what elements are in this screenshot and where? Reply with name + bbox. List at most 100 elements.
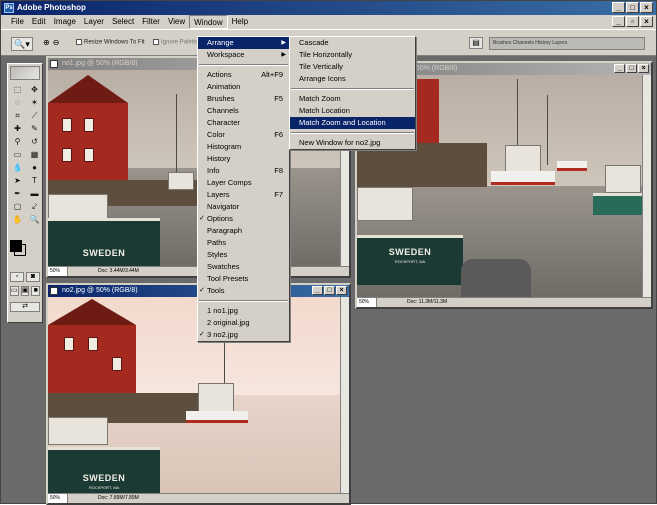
quick-mask-icon[interactable]: ◙ [26, 272, 40, 282]
arrange-menu-item-match-zoom-and-location[interactable]: Match Zoom and Location [290, 117, 415, 129]
arrange-menu-item-match-zoom[interactable]: Match Zoom [290, 93, 415, 105]
window-menu-item-3-no2-jpg[interactable]: ✓ 3 no2.jpg [198, 329, 289, 341]
shape-tool-icon[interactable]: ▬ [27, 188, 42, 200]
arrange-menu-item-new-window-for-no2-jpg[interactable]: New Window for no2.jpg [290, 137, 415, 149]
menu-layer[interactable]: Layer [80, 15, 108, 29]
menu-view[interactable]: View [164, 15, 189, 29]
arrange-menu-item-arrange-icons[interactable]: Arrange Icons [290, 73, 415, 85]
toolbox-header[interactable] [10, 66, 40, 80]
window-menu-item-swatches[interactable]: Swatches [198, 261, 289, 273]
window-menu-item-1-no1-jpg[interactable]: 1 no1.jpg [198, 305, 289, 317]
document-window-controls: _ □ × [312, 286, 347, 295]
zoom-level[interactable]: 50% [357, 298, 377, 307]
full-screen-icon[interactable]: ■ [31, 286, 41, 296]
history-brush-tool-icon[interactable]: ↺ [27, 136, 42, 148]
blur-tool-icon[interactable]: 💧 [10, 162, 25, 174]
doc-restore-button[interactable]: ▫ [626, 16, 639, 27]
zoom-out-icon[interactable]: ⊖ [53, 38, 60, 47]
marquee-tool-icon[interactable]: ⬚ [10, 84, 25, 96]
resize-windows-checkbox[interactable]: Resize Windows To Fit [76, 39, 145, 46]
window-menu-item-history[interactable]: History [198, 153, 289, 165]
maximize-button[interactable]: □ [324, 286, 335, 295]
document-canvas[interactable]: SWEDEN ROCKPORT, MA [48, 297, 340, 493]
standard-mode-icon[interactable]: ▫ [10, 272, 24, 282]
vertical-scrollbar[interactable] [642, 75, 651, 297]
healing-brush-tool-icon[interactable]: ✚ [10, 123, 25, 135]
minimize-button[interactable]: _ [312, 286, 323, 295]
window-menu-item-paragraph[interactable]: Paragraph [198, 225, 289, 237]
window-menu-item-brushes[interactable]: Brushes F5 [198, 93, 289, 105]
move-tool-icon[interactable]: ✥ [27, 84, 42, 96]
window-menu-item-options[interactable]: ✓ Options [198, 213, 289, 225]
file-browser-icon[interactable]: ▤ [469, 37, 483, 49]
window-menu-item-styles[interactable]: Styles [198, 249, 289, 261]
window-menu-item-histogram[interactable]: Histogram [198, 141, 289, 153]
magic-wand-tool-icon[interactable]: ✶ [27, 97, 42, 109]
close-button[interactable]: × [336, 286, 347, 295]
arrange-menu-item-cascade[interactable]: Cascade [290, 37, 415, 49]
minimize-button[interactable]: _ [612, 2, 625, 13]
palette-well[interactable]: Brushes Channels History Layers [489, 37, 645, 50]
arrange-menu-item-match-location[interactable]: Match Location [290, 105, 415, 117]
jump-to-imageready-icon[interactable]: ⇄ [10, 302, 40, 312]
full-screen-menu-icon[interactable]: ▣ [20, 286, 30, 296]
menu-window[interactable]: Window [189, 15, 228, 29]
eraser-tool-icon[interactable]: ▭ [10, 149, 25, 161]
brush-tool-icon[interactable]: ✎ [27, 123, 42, 135]
zoom-tool-preset-icon[interactable]: 🔍▾ [11, 37, 33, 51]
zoom-level[interactable]: 50% [48, 267, 68, 276]
window-menu-item-2-original-jpg[interactable]: 2 original.jpg [198, 317, 289, 329]
path-selection-tool-icon[interactable]: ➤ [10, 175, 25, 187]
hand-tool-icon[interactable]: ✋ [10, 214, 25, 226]
close-button[interactable]: × [640, 2, 653, 13]
maximize-button[interactable]: □ [626, 64, 637, 73]
zoom-in-icon[interactable]: ⊕ [43, 38, 50, 47]
menu-edit[interactable]: Edit [28, 15, 50, 29]
window-menu-item-channels[interactable]: Channels [198, 105, 289, 117]
window-menu-item-actions[interactable]: Actions Alt+F9 [198, 69, 289, 81]
clone-stamp-tool-icon[interactable]: ⚲ [10, 136, 25, 148]
standard-screen-icon[interactable]: ▭ [10, 286, 19, 296]
notes-tool-icon[interactable]: ▢ [10, 201, 25, 213]
vertical-scrollbar[interactable] [340, 297, 349, 493]
arrange-menu-item-tile-vertically[interactable]: Tile Vertically [290, 61, 415, 73]
document-size[interactable]: Doc: 7.89M/7.89M [68, 494, 139, 503]
maximize-button[interactable]: □ [626, 2, 639, 13]
menu-file[interactable]: File [7, 15, 28, 29]
foreground-color-swatch[interactable] [10, 240, 22, 252]
doc-close-button[interactable]: × [640, 16, 653, 27]
menu-image[interactable]: Image [50, 15, 80, 29]
close-button[interactable]: × [638, 64, 649, 73]
zoom-tool-icon[interactable]: 🔍 [27, 214, 42, 226]
menu-select[interactable]: Select [108, 15, 138, 29]
window-menu-item-animation[interactable]: Animation [198, 81, 289, 93]
document-size[interactable]: Doc: 3.44M/3.44M [68, 267, 139, 276]
lasso-tool-icon[interactable]: ◌ [10, 97, 25, 109]
ignore-palettes-checkbox[interactable]: Ignore Palettes [153, 39, 201, 46]
arrange-menu-item-tile-horizontally[interactable]: Tile Horizontally [290, 49, 415, 61]
minimize-button[interactable]: _ [614, 64, 625, 73]
window-menu-item-tools[interactable]: ✓ Tools [198, 285, 289, 297]
type-tool-icon[interactable]: T [27, 175, 42, 187]
crop-tool-icon[interactable]: ⌗ [10, 110, 25, 122]
window-menu-item-character[interactable]: Character [198, 117, 289, 129]
menu-filter[interactable]: Filter [138, 15, 164, 29]
window-menu-item-tool-presets[interactable]: Tool Presets [198, 273, 289, 285]
slice-tool-icon[interactable]: ⟋ [27, 110, 42, 122]
menu-help[interactable]: Help [228, 15, 252, 29]
window-menu-item-layers[interactable]: Layers F7 [198, 189, 289, 201]
zoom-level[interactable]: 50% [48, 494, 68, 503]
window-menu-item-paths[interactable]: Paths [198, 237, 289, 249]
window-menu-item-layer-comps[interactable]: Layer Comps [198, 177, 289, 189]
gradient-tool-icon[interactable]: ▦ [27, 149, 42, 161]
pen-tool-icon[interactable]: ✒ [10, 188, 25, 200]
document-size[interactable]: Doc: 11.3M/11.3M [377, 298, 447, 307]
window-menu-item-arrange[interactable]: Arrange ▶ [198, 37, 289, 49]
window-menu-item-navigator[interactable]: Navigator [198, 201, 289, 213]
window-menu-item-color[interactable]: Color F6 [198, 129, 289, 141]
doc-minimize-button[interactable]: _ [612, 16, 625, 27]
dodge-tool-icon[interactable]: ● [27, 162, 42, 174]
window-menu-item-workspace[interactable]: Workspace ▶ [198, 49, 289, 61]
eyedropper-tool-icon[interactable]: ⤦ [27, 201, 42, 213]
window-menu-item-info[interactable]: Info F8 [198, 165, 289, 177]
